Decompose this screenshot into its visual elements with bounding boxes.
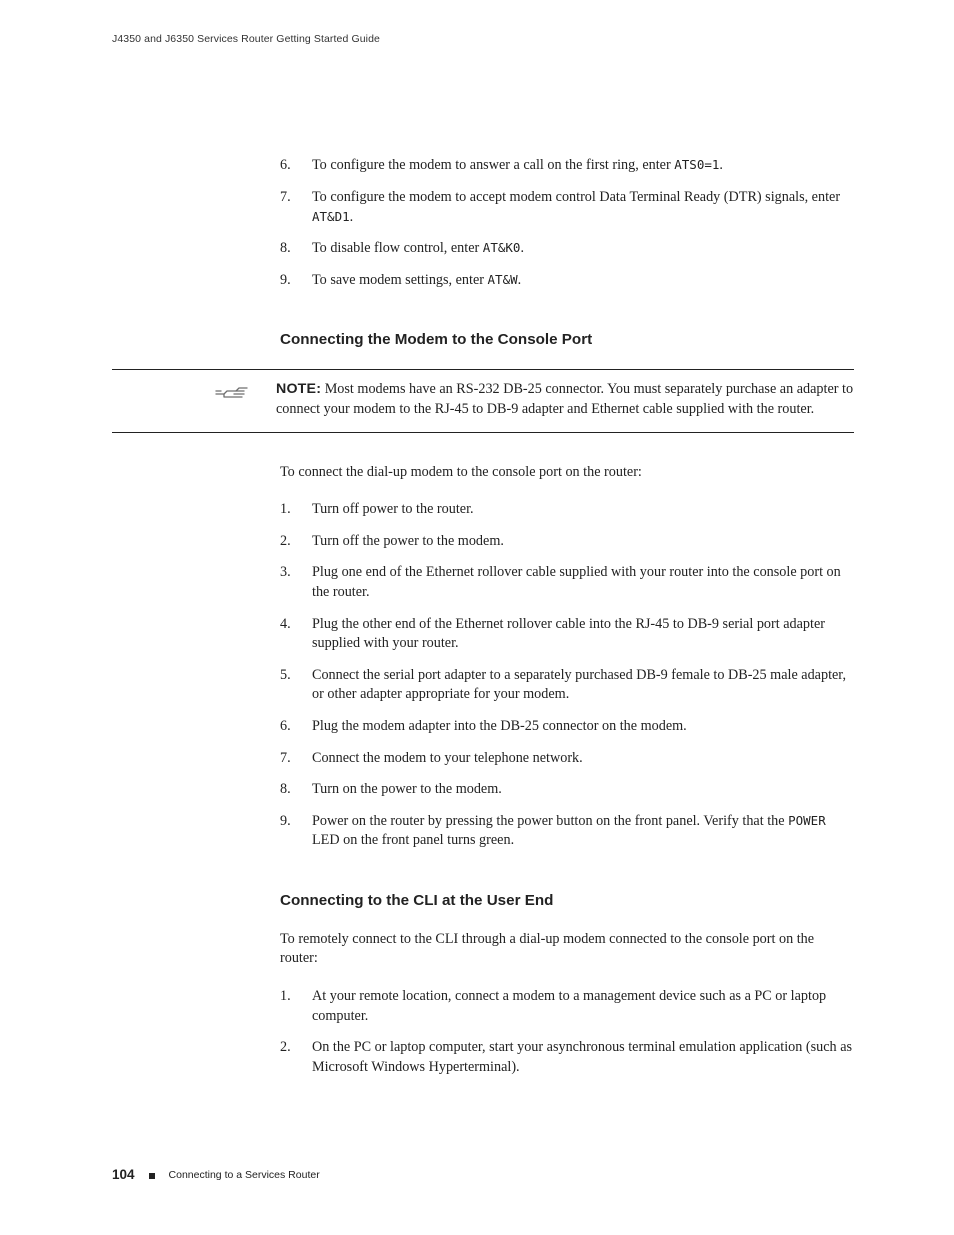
step-number: 7. [280,749,312,769]
step-text: Turn on the power to the modem. [312,780,854,800]
step-pre: To configure the modem to answer a call … [312,157,674,173]
step-item: 8.Turn on the power to the modem. [280,780,854,800]
step-number: 9. [280,812,312,851]
step-text: At your remote location, connect a modem… [312,987,854,1026]
step-post: . [719,157,723,173]
step-item: 5.Connect the serial port adapter to a s… [280,666,854,705]
step-text: Plug the other end of the Ethernet rollo… [312,615,854,654]
step-item: 4.Plug the other end of the Ethernet rol… [280,615,854,654]
section-2-intro: To connect the dial-up modem to the cons… [280,463,854,483]
note-text: NOTE: Most modems have an RS-232 DB-25 c… [276,380,854,419]
step-text: Plug the modem adapter into the DB-25 co… [312,717,854,737]
step-item: 6.Plug the modem adapter into the DB-25 … [280,717,854,737]
step-item: 7. To configure the modem to accept mode… [280,188,854,227]
step-item: 2.Turn off the power to the modem. [280,532,854,552]
step-number: 6. [280,717,312,737]
running-header: J4350 and J6350 Services Router Getting … [112,32,854,46]
step-post: . [518,272,522,288]
step-item: 3.Plug one end of the Ethernet rollover … [280,563,854,602]
step-item: 6. To configure the modem to answer a ca… [280,156,854,176]
step-text: To save modem settings, enter AT&W. [312,271,854,291]
step-code: AT&D1 [312,209,350,224]
step-text: Plug one end of the Ethernet rollover ca… [312,563,854,602]
section-2-heading: Connecting the Modem to the Console Port [280,330,854,351]
step-pre: Power on the router by pressing the powe… [312,813,788,829]
section-1-continuation: 6. To configure the modem to answer a ca… [280,156,854,351]
step-item: 2.On the PC or laptop computer, start yo… [280,1038,854,1077]
step-item: 7.Connect the modem to your telephone ne… [280,749,854,769]
step-text: Connect the serial port adapter to a sep… [312,666,854,705]
step-code: ATS0=1 [674,157,719,172]
step-pre: To disable flow control, enter [312,240,483,256]
step-item: 9. Power on the router by pressing the p… [280,812,854,851]
steps-list-1: 6. To configure the modem to answer a ca… [280,156,854,290]
step-code: AT&W [488,272,518,287]
page: J4350 and J6350 Services Router Getting … [0,0,954,1235]
page-number: 104 [112,1166,135,1185]
section-3-heading: Connecting to the CLI at the User End [280,891,854,912]
step-pre: To configure the modem to accept modem c… [312,189,840,205]
step-text: On the PC or laptop computer, start your… [312,1038,854,1077]
step-number: 6. [280,156,312,176]
step-number: 1. [280,987,312,1026]
page-footer: 104 Connecting to a Services Router [112,1166,320,1185]
step-text: To configure the modem to accept modem c… [312,188,854,227]
step-number: 2. [280,532,312,552]
step-number: 8. [280,780,312,800]
note-hand-icon [112,382,276,409]
step-number: 1. [280,500,312,520]
step-item: 1.At your remote location, connect a mod… [280,987,854,1026]
note-block: NOTE: Most modems have an RS-232 DB-25 c… [112,369,854,432]
footer-section-label: Connecting to a Services Router [169,1168,320,1182]
step-number: 9. [280,271,312,291]
step-code: POWER [788,813,826,828]
step-text: To configure the modem to answer a call … [312,156,854,176]
step-item: 8. To disable flow control, enter AT&K0. [280,239,854,259]
note-label: NOTE: [276,381,321,397]
step-item: 9. To save modem settings, enter AT&W. [280,271,854,291]
step-number: 3. [280,563,312,602]
step-pre: To save modem settings, enter [312,272,488,288]
section-2-body: To connect the dial-up modem to the cons… [280,463,854,1078]
step-number: 2. [280,1038,312,1077]
steps-list-2: 1.Turn off power to the router. 2.Turn o… [280,500,854,851]
step-text: To disable flow control, enter AT&K0. [312,239,854,259]
step-post: . [520,240,524,256]
section-3-intro: To remotely connect to the CLI through a… [280,930,854,969]
step-text: Turn off the power to the modem. [312,532,854,552]
step-text: Power on the router by pressing the powe… [312,812,854,851]
step-number: 4. [280,615,312,654]
step-code: AT&K0 [483,240,521,255]
step-post: LED on the front panel turns green. [312,832,514,848]
step-number: 8. [280,239,312,259]
step-text: Turn off power to the router. [312,500,854,520]
step-post: . [350,209,354,225]
note-body: Most modems have an RS-232 DB-25 connect… [276,381,853,417]
steps-list-3: 1.At your remote location, connect a mod… [280,987,854,1077]
step-item: 1.Turn off power to the router. [280,500,854,520]
step-text: Connect the modem to your telephone netw… [312,749,854,769]
step-number: 5. [280,666,312,705]
step-number: 7. [280,188,312,227]
footer-square-icon [149,1173,155,1179]
